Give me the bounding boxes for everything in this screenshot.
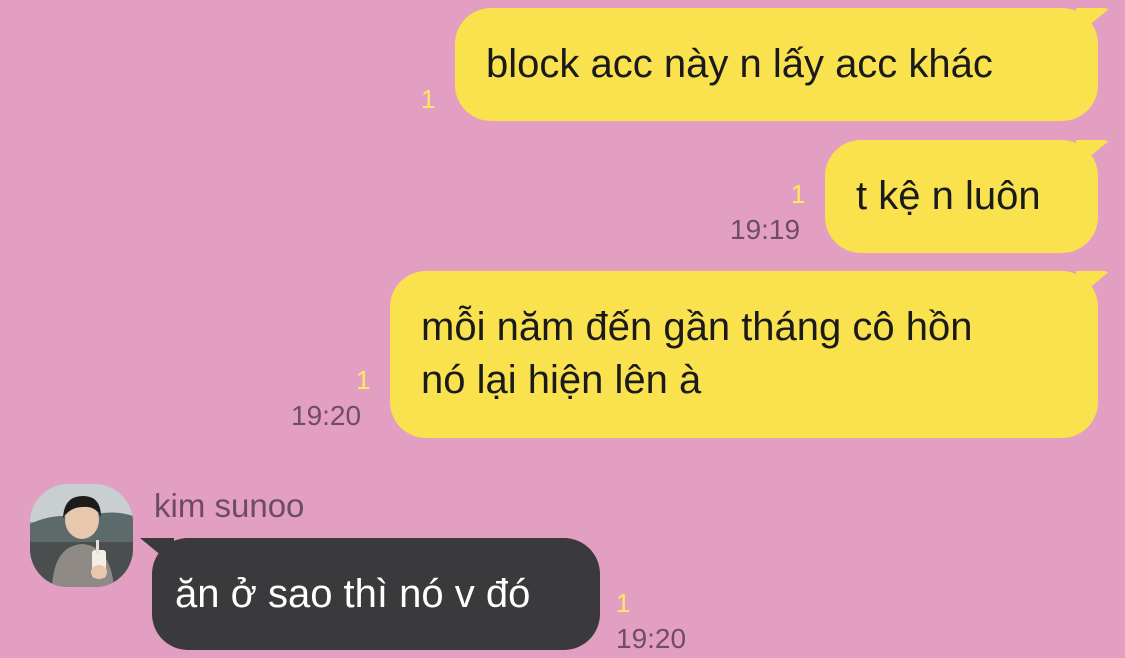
profile-photo-icon: [30, 484, 133, 587]
unread-count: 1: [421, 84, 436, 114]
unread-count: 1: [356, 365, 371, 395]
message-bubble-incoming[interactable]: ăn ở sao thì nó v đó: [152, 538, 600, 650]
message-timestamp: 19:19: [730, 214, 801, 245]
message-timestamp: 19:20: [616, 623, 687, 654]
message-text: block acc này n lấy acc khác: [486, 42, 993, 86]
sender-name: kim sunoo: [154, 487, 305, 524]
message-timestamp: 19:20: [291, 400, 362, 431]
avatar[interactable]: [30, 484, 133, 587]
message-bubble-outgoing[interactable]: block acc này n lấy acc khác: [455, 8, 1098, 121]
message-text: ăn ở sao thì nó v đó: [175, 572, 531, 616]
message-text: t kệ n luôn: [856, 174, 1041, 218]
unread-count: 1: [791, 179, 806, 209]
unread-count: 1: [616, 588, 631, 618]
message-text-line: nó lại hiện lên à: [421, 358, 702, 402]
message-bubble-outgoing[interactable]: mỗi năm đến gần tháng cô hồn nó lại hiện…: [390, 271, 1098, 438]
message-bubble-outgoing[interactable]: t kệ n luôn: [825, 140, 1098, 253]
message-text-line: mỗi năm đến gần tháng cô hồn: [421, 305, 973, 349]
